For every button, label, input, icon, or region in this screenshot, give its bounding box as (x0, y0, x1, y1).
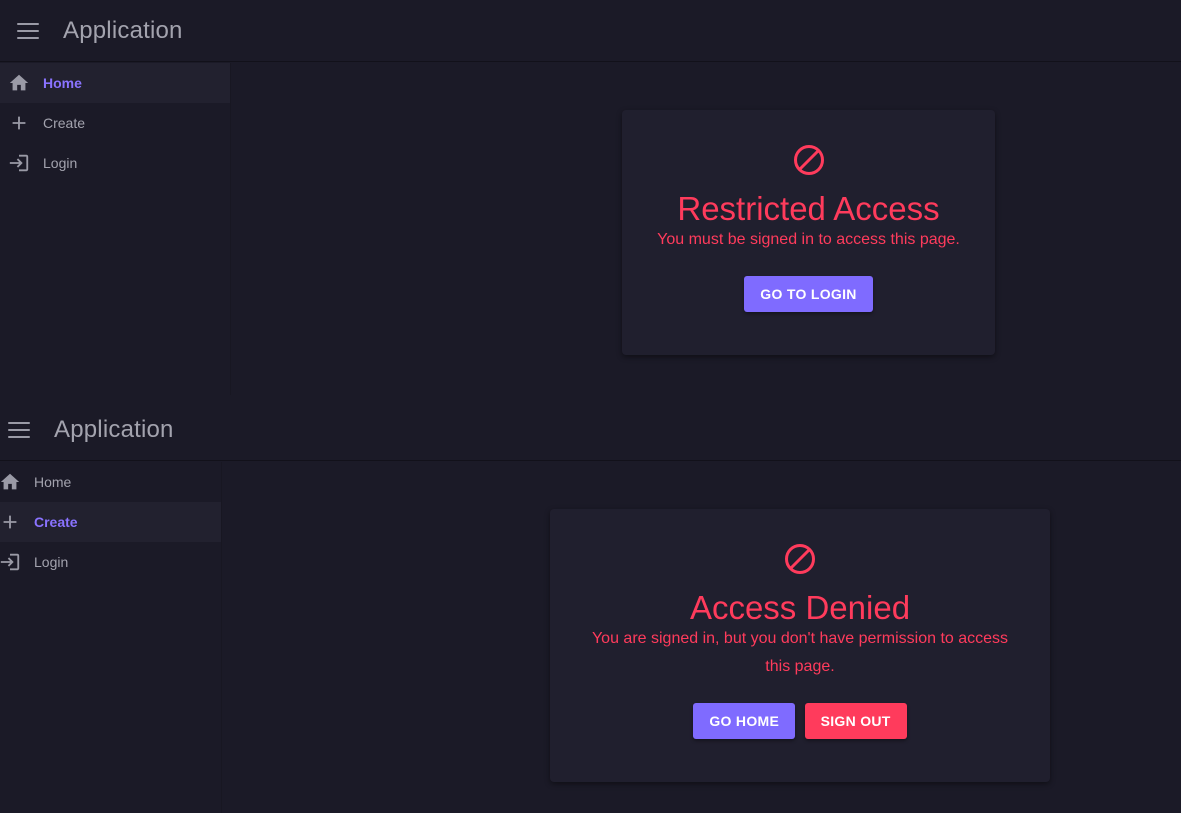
nav-item-label: Create (34, 514, 78, 530)
restricted-access-view: Application Home Create Login Restricted (0, 0, 1181, 395)
app-title: Application (54, 415, 174, 443)
access-denied-view: Application Home Create Login Access Den… (0, 399, 1181, 813)
card-message: You must be signed in to access this pag… (657, 231, 960, 248)
home-icon (0, 471, 21, 493)
nav-item-label: Home (43, 75, 82, 91)
nav-drawer: Home Create Login (0, 63, 231, 395)
nav-item-label: Home (34, 474, 72, 490)
menu-icon[interactable] (17, 22, 39, 39)
card-title: Restricted Access (677, 190, 940, 227)
go-to-login-button[interactable]: GO TO LOGIN (744, 276, 873, 312)
card-message-line: You are signed in, but you don't have pe… (591, 630, 1009, 647)
nav-item-login[interactable]: Login (0, 143, 230, 183)
sign-out-button[interactable]: SIGN OUT (804, 703, 907, 739)
block-icon (793, 145, 824, 175)
plus-icon (8, 112, 30, 134)
nav-item-home[interactable]: Home (0, 63, 230, 103)
nav-drawer: Home Create Login (0, 462, 222, 813)
nav-item-label: Create (43, 115, 86, 131)
go-home-button[interactable]: GO HOME (693, 703, 796, 739)
home-icon (8, 72, 30, 94)
login-icon (0, 551, 21, 573)
nav-item-label: Login (43, 155, 78, 171)
card-title: Access Denied (689, 589, 911, 626)
card-message: You are signed in, but you don't have pe… (550, 625, 1050, 681)
plus-icon (0, 511, 21, 533)
nav-item-create[interactable]: Create (0, 502, 221, 542)
restricted-access-card: Restricted Access You must be signed in … (622, 110, 995, 355)
login-icon (8, 152, 30, 174)
nav-item-login[interactable]: Login (0, 542, 221, 582)
card-message-line: this page. (765, 658, 835, 675)
app-bar: Application (0, 0, 1181, 62)
app-title: Application (63, 16, 183, 44)
nav-item-label: Login (34, 554, 69, 570)
nav-item-create[interactable]: Create (0, 103, 230, 143)
block-icon (785, 544, 815, 574)
menu-icon[interactable] (8, 421, 30, 438)
nav-item-home[interactable]: Home (0, 462, 221, 502)
app-bar: Application (0, 399, 1181, 461)
access-denied-card: Access Denied You are signed in, but you… (550, 509, 1050, 782)
